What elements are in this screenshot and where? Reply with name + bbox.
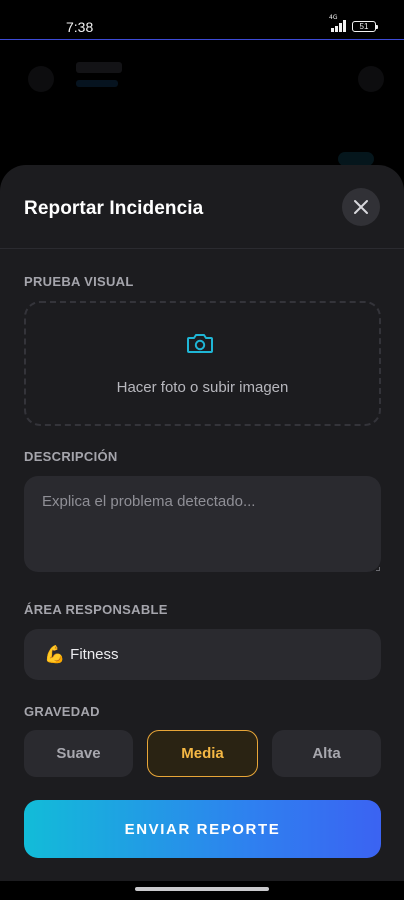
system-nav-bar — [0, 881, 404, 900]
sheet-header: Reportar Incidencia — [0, 165, 404, 249]
report-incident-sheet: Reportar Incidencia PRUEBA VISUAL Hacer … — [0, 165, 404, 885]
background-back-icon — [28, 66, 54, 92]
status-time: 7:38 — [66, 19, 94, 35]
background-subtitle-placeholder — [76, 80, 118, 87]
submit-report-button[interactable]: ENVIAR REPORTE — [24, 800, 381, 858]
camera-icon — [187, 334, 213, 353]
description-textarea[interactable]: Explica el problema detectado... — [24, 476, 381, 572]
photo-upload-area[interactable]: Hacer foto o subir imagen — [24, 301, 381, 426]
background-accent-pill — [338, 152, 374, 166]
battery-icon: 51 — [352, 20, 378, 32]
responsible-area-select[interactable]: 💪 Fitness — [24, 629, 381, 680]
close-icon — [354, 200, 368, 214]
severity-label: GRAVEDAD — [24, 704, 100, 719]
severity-option-alta[interactable]: Alta — [272, 730, 381, 777]
battery-level: 51 — [359, 21, 369, 31]
signal-icon: 4G — [329, 14, 346, 32]
responsible-area-label: ÁREA RESPONSABLE — [24, 602, 168, 617]
severity-option-suave[interactable]: Suave — [24, 730, 133, 777]
close-button[interactable] — [342, 188, 380, 226]
background-action-icon — [358, 66, 384, 92]
flexed-biceps-icon: 💪 — [44, 644, 66, 665]
background-title-placeholder — [76, 62, 122, 73]
severity-option-media[interactable]: Media — [147, 730, 258, 777]
network-type: 4G — [329, 14, 338, 21]
home-indicator[interactable] — [135, 887, 269, 891]
responsible-area-value: Fitness — [70, 646, 119, 663]
resize-handle[interactable] — [376, 567, 380, 571]
background-app-header — [0, 56, 404, 106]
status-icons: 4G 51 — [329, 14, 378, 32]
upload-text: Hacer foto o subir imagen — [116, 379, 289, 396]
description-placeholder: Explica el problema detectado... — [42, 493, 256, 510]
sheet-title: Reportar Incidencia — [24, 198, 204, 219]
status-bar: 7:38 4G 51 — [0, 0, 404, 40]
visual-proof-label: PRUEBA VISUAL — [24, 274, 134, 289]
severity-options: Suave Media Alta — [24, 730, 381, 777]
description-label: DESCRIPCIÓN — [24, 449, 118, 464]
